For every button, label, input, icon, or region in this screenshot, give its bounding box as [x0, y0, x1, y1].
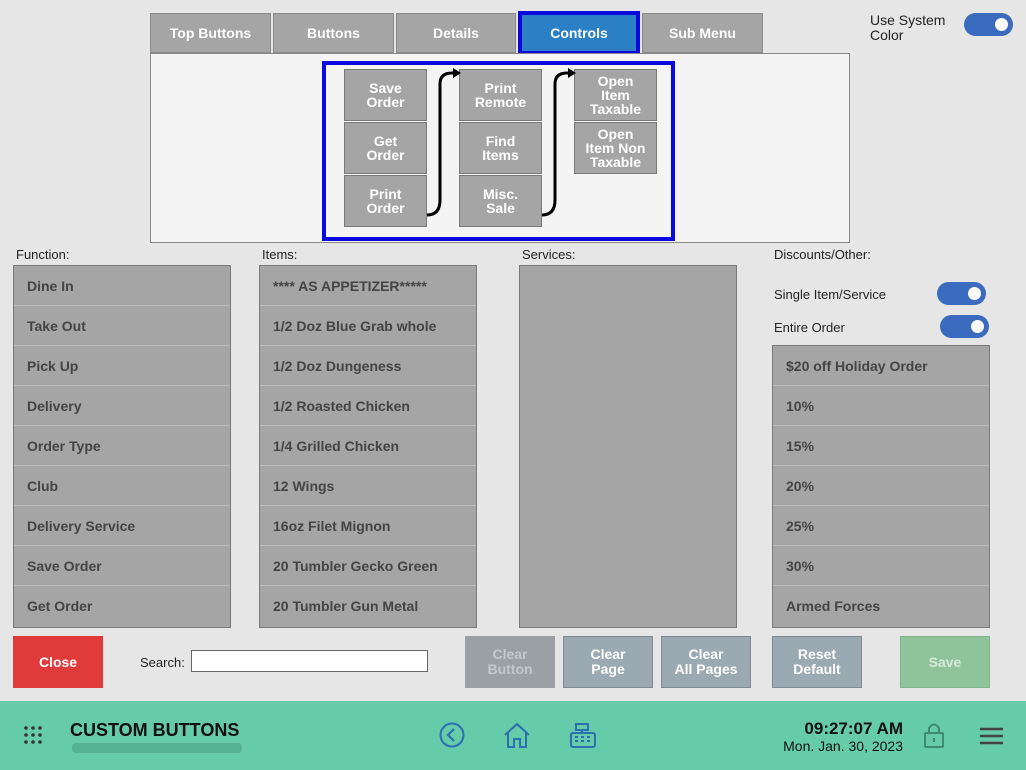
reset-default-button[interactable]: Reset Default	[772, 636, 862, 688]
services-label: Services:	[522, 247, 576, 262]
clear-button-button[interactable]: Clear Button	[465, 636, 555, 688]
entire-order-toggle[interactable]	[940, 315, 989, 338]
list-item[interactable]: 25%	[773, 506, 989, 546]
items-label: Items:	[262, 247, 298, 262]
list-item[interactable]: $20 off Holiday Order	[773, 346, 989, 386]
list-item[interactable]: 1/2 Doz Dungeness	[260, 346, 476, 386]
search-label: Search:	[140, 655, 185, 670]
clock-time: 09:27:07 AM	[804, 719, 903, 738]
clear-all-pages-button[interactable]: Clear All Pages	[661, 636, 751, 688]
list-item[interactable]: 30%	[773, 546, 989, 586]
save-button[interactable]: Save	[900, 636, 990, 688]
discounts-label: Discounts/Other:	[774, 247, 871, 262]
list-item[interactable]: Armed Forces	[773, 586, 989, 626]
list-item[interactable]: **** AS APPETIZER*****	[260, 266, 476, 306]
list-item[interactable]: 20 Tumbler Gun Metal	[260, 586, 476, 626]
search-input[interactable]	[191, 650, 428, 672]
cash-register-icon[interactable]	[568, 721, 598, 749]
close-button[interactable]: Close	[13, 636, 103, 688]
list-item[interactable]: Order Type	[14, 426, 230, 466]
function-label: Function:	[16, 247, 70, 262]
list-item[interactable]: 12 Wings	[260, 466, 476, 506]
list-item[interactable]: Save Order	[14, 546, 230, 586]
single-item-toggle[interactable]	[937, 282, 986, 305]
discounts-list: $20 off Holiday Order 10% 15% 20% 25% 30…	[772, 345, 990, 628]
grid-menu-icon[interactable]	[24, 726, 42, 744]
lock-icon[interactable]	[922, 721, 946, 749]
list-item[interactable]: Delivery	[14, 386, 230, 426]
list-item[interactable]: 10%	[773, 386, 989, 426]
list-item[interactable]: 16oz Filet Mignon	[260, 506, 476, 546]
services-list	[519, 265, 737, 628]
blurred-subtitle	[72, 743, 242, 753]
home-icon[interactable]	[502, 721, 532, 749]
items-list: **** AS APPETIZER***** 1/2 Doz Blue Grab…	[259, 265, 477, 628]
hamburger-menu-icon[interactable]	[979, 726, 1004, 746]
list-item[interactable]: 1/2 Doz Blue Grab whole	[260, 306, 476, 346]
page-title: CUSTOM BUTTONS	[70, 720, 240, 740]
clear-page-button[interactable]: Clear Page	[563, 636, 653, 688]
list-item[interactable]: 20 Tumbler Gecko Green	[260, 546, 476, 586]
back-icon[interactable]	[439, 722, 465, 748]
list-item[interactable]: Take Out	[14, 306, 230, 346]
flow-arrows	[426, 68, 576, 217]
list-item[interactable]: 1/2 Roasted Chicken	[260, 386, 476, 426]
list-item[interactable]: Delivery Service	[14, 506, 230, 546]
list-item[interactable]: Get Order	[14, 586, 230, 626]
list-item[interactable]: Dine In	[14, 266, 230, 306]
list-item[interactable]: 15%	[773, 426, 989, 466]
list-item[interactable]: 1/4 Grilled Chicken	[260, 426, 476, 466]
clock-date: Mon. Jan. 30, 2023	[783, 738, 903, 754]
list-item[interactable]: Club	[14, 466, 230, 506]
function-list: Dine In Take Out Pick Up Delivery Order …	[13, 265, 231, 628]
entire-order-label: Entire Order	[774, 320, 845, 335]
footer-bar: CUSTOM BUTTONS 09:27:07 AM Mon. Jan. 30,…	[0, 701, 1026, 770]
list-item[interactable]: Pick Up	[14, 346, 230, 386]
list-item[interactable]: 20%	[773, 466, 989, 506]
single-item-label: Single Item/Service	[774, 287, 886, 302]
